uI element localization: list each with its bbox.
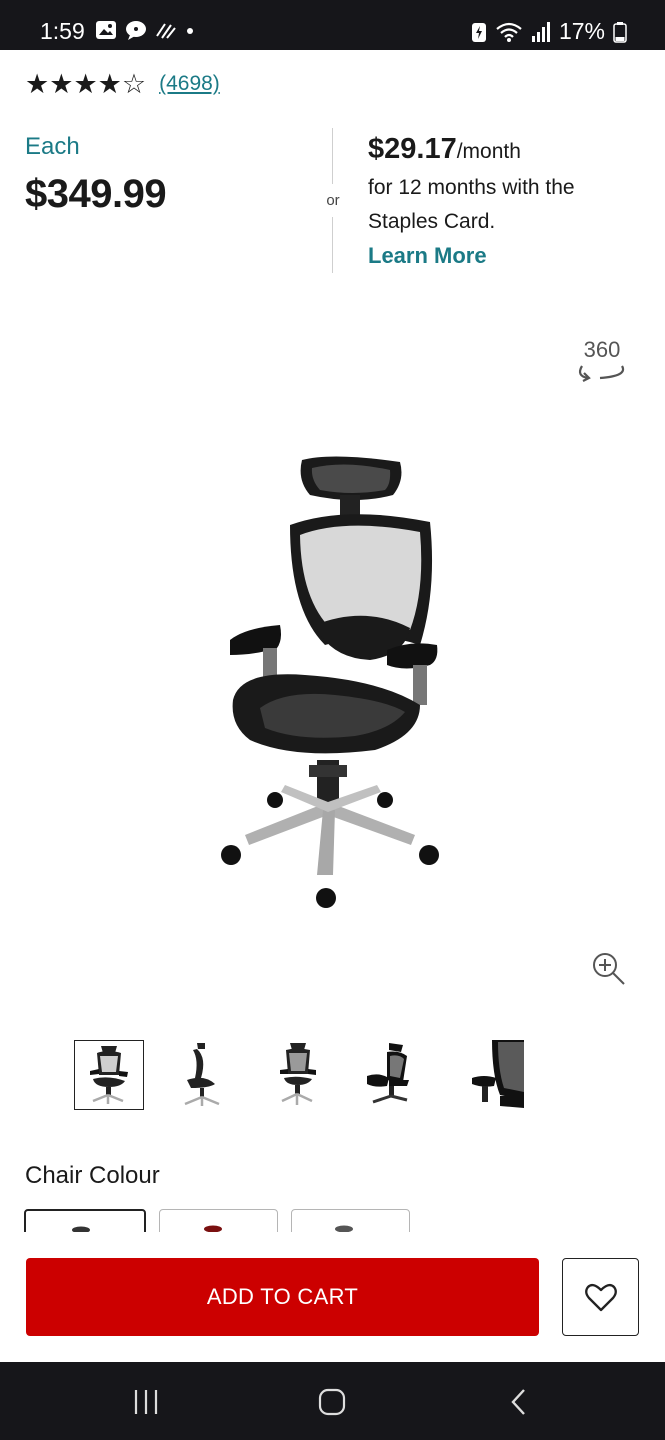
financing-text-line1: for 12 months with the [368,176,575,199]
each-label: Each [25,133,80,160]
battery-saver-icon [471,22,486,42]
thumbnail-strip [74,1040,534,1110]
price-divider [332,217,333,273]
thumbnail-3[interactable] [264,1040,334,1110]
system-navigation-bar [0,1362,665,1440]
thumbnail-1[interactable] [74,1040,144,1110]
star-rating: ★ ★ ★ ★ ☆ [25,70,146,98]
home-icon[interactable] [317,1387,347,1417]
signal-icon [531,21,550,42]
view-360-label: 360 [583,337,621,362]
price-divider [332,128,333,184]
star-empty-icon: ☆ [121,69,147,99]
star-full-icon: ★ [73,69,98,99]
view-360-button[interactable]: 360 [572,338,632,388]
review-count-link[interactable]: (4698) [159,72,220,96]
or-label: or [326,192,340,209]
dot-icon [187,28,193,34]
chair-colour-label: Chair Colour [25,1162,160,1189]
status-time: 1:59 [40,18,85,44]
financing-text-line2: Staples Card. [368,210,496,233]
star-full-icon: ★ [25,69,50,99]
thumbnail-5[interactable] [454,1040,524,1110]
battery-icon [613,21,627,43]
battery-percent: 17% [558,18,605,44]
product-price: $349.99 [25,172,167,216]
scroll-clip [0,1232,665,1254]
zoom-in-icon[interactable] [590,950,628,988]
add-to-cart-button[interactable]: ADD TO CART [26,1258,539,1336]
chat-icon [126,21,146,40]
signal-waves-icon [156,23,176,39]
monthly-price: $29.17/month [368,133,521,166]
wishlist-button[interactable] [562,1258,639,1336]
recent-apps-icon[interactable] [131,1387,161,1417]
wifi-icon [496,22,522,42]
product-rating[interactable]: ★ ★ ★ ★ ☆ (4698) [25,70,220,98]
thumbnail-2[interactable] [169,1040,239,1110]
gallery-icon [96,21,116,39]
heart-icon [585,1283,617,1312]
monthly-price-amount: $29.17 [368,133,457,165]
status-bar: 1:59 17% [0,0,665,50]
rotate-360-icon [578,365,625,382]
learn-more-link[interactable]: Learn More [368,243,487,269]
back-icon[interactable] [505,1387,535,1417]
product-image-chair[interactable] [205,450,460,915]
star-full-icon: ★ [49,69,74,99]
monthly-price-suffix: /month [456,140,521,163]
star-full-icon: ★ [97,69,122,99]
thumbnail-4[interactable] [359,1040,429,1110]
